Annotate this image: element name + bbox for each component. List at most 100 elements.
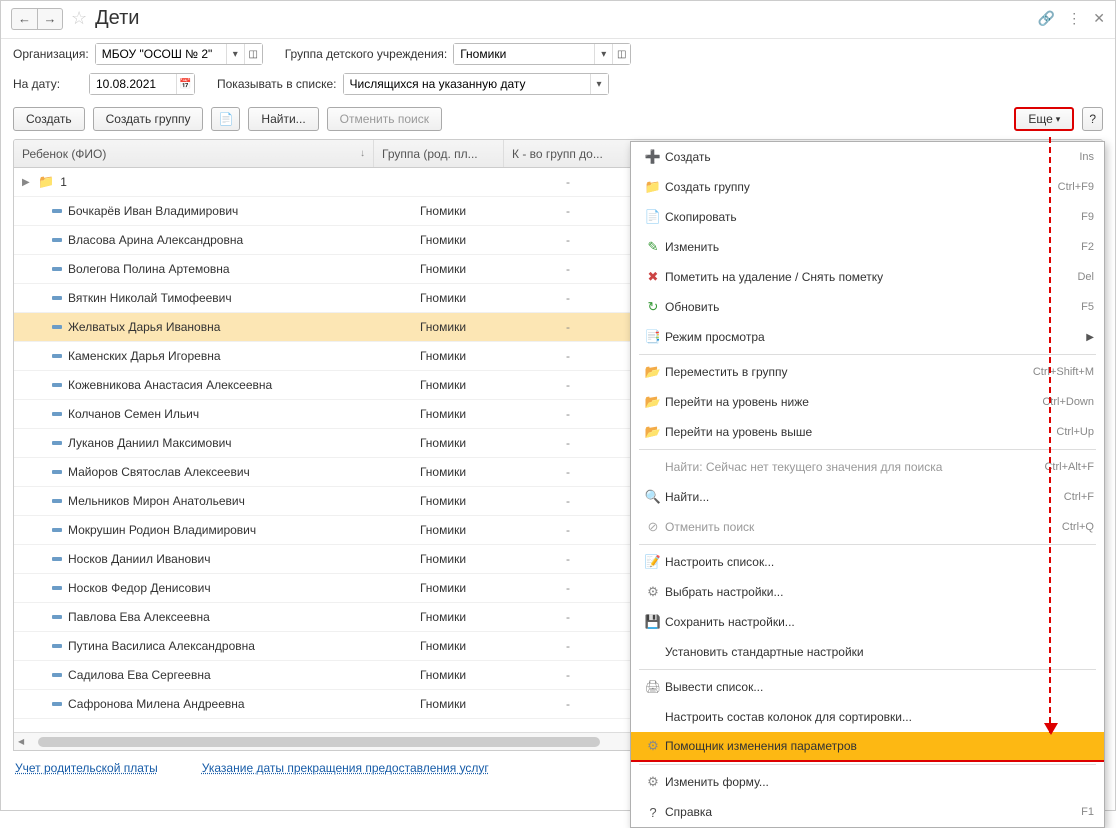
parent-fee-link[interactable]: Учет родительской платы (15, 761, 158, 775)
date-input[interactable] (90, 74, 176, 94)
row-groups-count: - (504, 378, 632, 392)
menu-item-icon: ✎ (641, 239, 665, 255)
show-dropdown-icon[interactable]: ▾ (590, 74, 608, 94)
group-label: Группа детского учреждения: (285, 47, 448, 61)
find-button[interactable]: Найти... (248, 107, 318, 131)
create-group-button[interactable]: Создать группу (93, 107, 204, 131)
menu-item[interactable]: 📁Создать группуCtrl+F9 (631, 172, 1104, 202)
show-input[interactable] (344, 74, 590, 94)
menu-item-label: Перейти на уровень ниже (665, 395, 1042, 409)
row-group: Гномики (374, 494, 504, 508)
menu-item[interactable]: 📂Перейти на уровень нижеCtrl+Down (631, 387, 1104, 417)
group-dropdown-icon[interactable]: ▾ (594, 44, 612, 64)
group-open-icon[interactable]: ◫ (612, 44, 630, 64)
item-icon (52, 238, 62, 242)
org-open-icon[interactable]: ◫ (244, 44, 262, 64)
favorite-icon[interactable]: ☆ (71, 8, 87, 29)
group-input[interactable] (454, 44, 594, 64)
menu-item-label: Найти... (665, 490, 1064, 504)
item-icon (52, 557, 62, 561)
menu-item[interactable]: 🔍Найти...Ctrl+F (631, 482, 1104, 512)
menu-item[interactable]: 💾Сохранить настройки... (631, 607, 1104, 637)
show-combo[interactable]: ▾ (343, 73, 609, 95)
row-groups-count: - (504, 697, 632, 711)
group-combo[interactable]: ▾ ◫ (453, 43, 631, 65)
scrollbar-thumb[interactable] (38, 737, 600, 747)
menu-item-shortcut: Del (1077, 271, 1094, 283)
row-groups-count: - (504, 320, 632, 334)
menu-item-shortcut: F9 (1081, 211, 1094, 223)
menu-item[interactable]: ✖Пометить на удаление / Снять пометкуDel (631, 262, 1104, 292)
row-name: Власова Арина Александровна (68, 233, 243, 247)
org-dropdown-icon[interactable]: ▾ (226, 44, 244, 64)
show-label: Показывать в списке: (217, 77, 337, 91)
kebab-menu-icon[interactable]: ⋮ (1067, 10, 1081, 27)
menu-item[interactable]: ✎ИзменитьF2 (631, 232, 1104, 262)
menu-item[interactable]: 📑Режим просмотра▶ (631, 322, 1104, 352)
menu-item-label: Установить стандартные настройки (665, 645, 1094, 659)
nav-back-button[interactable]: ← (11, 8, 37, 30)
column-group[interactable]: Группа (род. пл... (374, 140, 504, 167)
org-input[interactable] (96, 44, 226, 64)
menu-item[interactable]: 📂Перейти на уровень вышеCtrl+Up (631, 417, 1104, 447)
column-fio[interactable]: Ребенок (ФИО) ↓ (14, 140, 374, 167)
menu-item[interactable]: 📝Настроить список... (631, 547, 1104, 577)
copy-button[interactable]: 📄 (211, 107, 240, 131)
menu-item-icon: 📂 (641, 364, 665, 380)
termination-date-link[interactable]: Указание даты прекращения предоставления… (202, 761, 489, 775)
row-group: Гномики (374, 349, 504, 363)
menu-separator (639, 544, 1096, 545)
row-groups-count: - (504, 465, 632, 479)
link-icon[interactable]: 🔗 (1038, 10, 1055, 27)
menu-item[interactable]: 📂Переместить в группуCtrl+Shift+M (631, 357, 1104, 387)
more-button[interactable]: Еще ▾ (1014, 107, 1074, 131)
row-name: Мельников Мирон Анатольевич (68, 494, 245, 508)
menu-item-shortcut: F2 (1081, 241, 1094, 253)
item-icon (52, 296, 62, 300)
cancel-search-button[interactable]: Отменить поиск (327, 107, 442, 131)
row-groups-count: - (504, 668, 632, 682)
item-icon (52, 673, 62, 677)
row-group: Гномики (374, 262, 504, 276)
row-group: Гномики (374, 552, 504, 566)
menu-item[interactable]: Настроить состав колонок для сортировки.… (631, 702, 1104, 732)
menu-item[interactable]: ⚙Изменить форму... (631, 767, 1104, 797)
calendar-icon[interactable]: 📅 (176, 74, 194, 94)
row-group: Гномики (374, 204, 504, 218)
menu-item-label: Создать группу (665, 180, 1058, 194)
row-name: Носков Даниил Иванович (68, 552, 210, 566)
column-groups-count[interactable]: К - во групп до... (504, 140, 632, 167)
menu-item-icon: ? (641, 805, 665, 820)
menu-item[interactable]: Установить стандартные настройки (631, 637, 1104, 667)
filter-row-1: Организация: ▾ ◫ Группа детского учрежде… (1, 39, 1115, 69)
menu-item[interactable]: ↻ОбновитьF5 (631, 292, 1104, 322)
menu-item-label: Создать (665, 150, 1079, 164)
menu-item-icon: 🖨 (641, 679, 665, 695)
row-group: Гномики (374, 407, 504, 421)
menu-item-icon: ➕ (641, 149, 665, 165)
create-button[interactable]: Создать (13, 107, 85, 131)
menu-item[interactable]: 🖨Вывести список... (631, 672, 1104, 702)
help-button[interactable]: ? (1082, 107, 1103, 131)
item-icon (52, 586, 62, 590)
org-combo[interactable]: ▾ ◫ (95, 43, 263, 65)
org-label: Организация: (13, 47, 89, 61)
date-combo[interactable]: 📅 (89, 73, 195, 95)
menu-item-shortcut: Ctrl+F9 (1058, 181, 1094, 193)
menu-item[interactable]: 📄СкопироватьF9 (631, 202, 1104, 232)
close-icon[interactable]: ✕ (1093, 10, 1105, 27)
menu-item[interactable]: ⚙Помощник изменения параметров (631, 732, 1104, 762)
row-groups-count: - (504, 349, 632, 363)
row-name: Бочкарёв Иван Владимирович (68, 204, 238, 218)
menu-item[interactable]: ➕СоздатьIns (631, 142, 1104, 172)
menu-item[interactable]: ⚙Выбрать настройки... (631, 577, 1104, 607)
folder-icon: 📁 (38, 174, 54, 190)
more-dropdown-menu: ➕СоздатьIns📁Создать группуCtrl+F9📄Скопир… (630, 141, 1105, 828)
row-name: Мокрушин Родион Владимирович (68, 523, 256, 537)
row-name: Колчанов Семен Ильич (68, 407, 199, 421)
row-groups-count: - (504, 523, 632, 537)
nav-forward-button[interactable]: → (37, 8, 63, 30)
expand-icon[interactable]: ▶ (22, 177, 32, 188)
scroll-left-icon[interactable]: ◀ (18, 737, 24, 746)
menu-item[interactable]: ?СправкаF1 (631, 797, 1104, 827)
